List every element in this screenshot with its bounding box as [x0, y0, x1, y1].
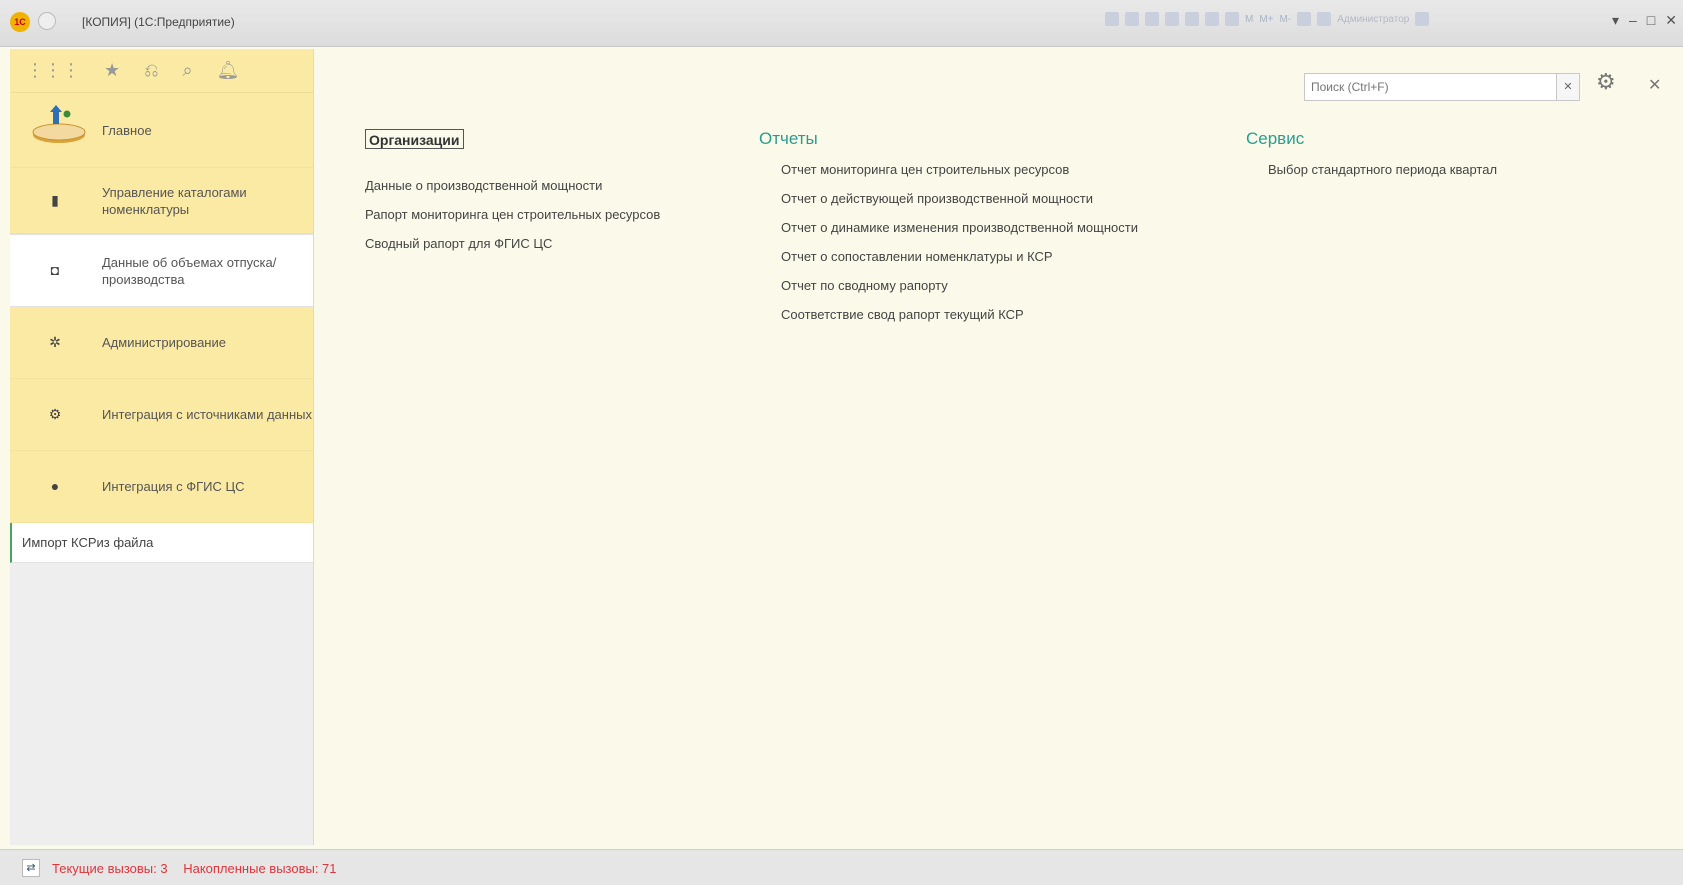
reports-column: Отчеты Отчет мониторинга цен строительны…: [759, 129, 1138, 329]
reports-links: Отчет мониторинга цен строительных ресур…: [759, 155, 1138, 329]
sidebar-item-label: Интеграция с источниками данных: [102, 407, 312, 422]
status-bar: ⇄ Текущие вызовы: 3 Накопленные вызовы: …: [0, 849, 1683, 885]
link-report-summary[interactable]: Отчет по сводному рапорту: [781, 271, 1138, 300]
calendar-icon[interactable]: [1205, 12, 1219, 26]
link-report-current-capacity[interactable]: Отчет о действующей производственной мощ…: [781, 184, 1138, 213]
link-report-price-monitoring[interactable]: Отчет мониторинга цен строительных ресур…: [781, 155, 1138, 184]
link-price-monitoring-report[interactable]: Рапорт мониторинга цен строительных ресу…: [365, 200, 660, 229]
server-calls-icon[interactable]: ⇄: [22, 859, 40, 877]
close-panel-icon[interactable]: ✕: [1648, 75, 1661, 95]
service-column: Сервис Выбор стандартного периода кварта…: [1246, 129, 1497, 184]
maximize-icon[interactable]: □: [1647, 12, 1655, 29]
settings-gear-icon[interactable]: ⚙: [1596, 69, 1616, 95]
search-field[interactable]: [1304, 73, 1560, 101]
link-standard-period-quarter[interactable]: Выбор стандартного периода квартал: [1268, 155, 1497, 184]
sidebar-item-catalogs[interactable]: ▮ Управление каталогами номенклатуры: [10, 168, 313, 234]
app-logo-icon[interactable]: 1С: [10, 12, 30, 32]
memory-m-button[interactable]: M: [1245, 14, 1253, 25]
window-controls: ▾ – □ ✕: [1612, 12, 1677, 29]
main-content: ✕ ⚙ ✕ Организации Данные о производствен…: [316, 49, 1683, 845]
memory-mplus-button[interactable]: M+: [1259, 14, 1273, 25]
server-calls-text: Текущие вызовы: 3 Накопленные вызовы: 71: [52, 861, 349, 876]
link-report-summary-ksr-match[interactable]: Соответствие свод рапорт текущий КСР: [781, 300, 1138, 329]
search-input[interactable]: [1305, 74, 1559, 100]
history-icon[interactable]: ⎌: [144, 60, 158, 81]
catalog-icon: ▮: [51, 192, 59, 208]
production-icon: ◘: [50, 262, 60, 278]
service-links: Выбор стандартного периода квартал: [1246, 155, 1497, 184]
gear-icon: ✲: [49, 334, 61, 350]
sidebar-item-main[interactable]: Главное: [10, 93, 313, 168]
print-icon[interactable]: [1125, 12, 1139, 26]
organizations-column: Организации Данные о производственной мо…: [365, 129, 660, 258]
sidebar-item-label: Данные об объемах отпуска/производства: [102, 254, 277, 287]
calculator-icon[interactable]: [1225, 12, 1239, 26]
link-icon[interactable]: [1165, 12, 1179, 26]
save-icon[interactable]: [1105, 12, 1119, 26]
all-functions-grid-icon[interactable]: ⋮⋮⋮: [26, 60, 80, 81]
organizations-title[interactable]: Организации: [365, 129, 464, 149]
sidebar-item-production-data[interactable]: ◘ Данные об объемах отпуска/производства: [10, 234, 313, 307]
notifications-bell-icon[interactable]: 🔔︎: [217, 60, 240, 81]
sidebar-item-label: Главное: [102, 122, 152, 138]
fgis-icon: ●: [50, 478, 60, 494]
search-clear-button[interactable]: ✕: [1556, 73, 1580, 101]
current-user[interactable]: Администратор: [1337, 14, 1409, 25]
minimize-icon[interactable]: –: [1629, 12, 1637, 29]
title-toolbar: M M+ M- Администратор: [1105, 12, 1430, 26]
preview-icon[interactable]: [1145, 12, 1159, 26]
window-layout-icon[interactable]: [1317, 12, 1332, 26]
sidebar-toolbar: ⋮⋮⋮ ★ ⎌ ⌕ 🔔︎: [10, 49, 313, 93]
home-illustration-icon: [32, 105, 86, 143]
search-icon[interactable]: ⌕: [183, 60, 193, 81]
memory-mminus-button[interactable]: M-: [1280, 14, 1292, 25]
sub-item-label: Импорт КСРиз файла: [22, 535, 154, 550]
accumulated-calls: Накопленные вызовы: 71: [183, 861, 337, 876]
window-title: [КОПИЯ] (1С:Предприятие): [82, 15, 235, 29]
zoom-icon[interactable]: [1297, 12, 1312, 26]
link-summary-report-fgis[interactable]: Сводный рапорт для ФГИС ЦС: [365, 229, 660, 258]
organizations-links: Данные о производственной мощности Рапор…: [365, 171, 660, 258]
reports-title: Отчеты: [759, 129, 818, 148]
sidebar-item-integration-sources[interactable]: ⚙ Интеграция с источниками данных: [10, 379, 313, 451]
info-icon[interactable]: [1415, 12, 1430, 26]
sidebar-item-fgis[interactable]: ● Интеграция с ФГИС ЦС: [10, 451, 313, 523]
link-report-nomenclature-ksr[interactable]: Отчет о сопоставлении номенклатуры и КСР: [781, 242, 1138, 271]
favorites-star-icon[interactable]: ★: [104, 60, 120, 81]
link-report-capacity-dynamics[interactable]: Отчет о динамике изменения производствен…: [781, 213, 1138, 242]
sidebar-item-label: Интеграция с ФГИС ЦС: [102, 479, 245, 494]
integration-icon: ⚙: [48, 406, 62, 422]
window-close-icon[interactable]: ✕: [1665, 12, 1677, 29]
back-nav-icon[interactable]: [38, 12, 56, 30]
sidebar-item-administration[interactable]: ✲ Администрирование: [10, 307, 313, 379]
sidebar-sub-item-import-ksr[interactable]: Импорт КСРиз файла: [10, 523, 313, 563]
sidebar-item-label: Администрирование: [102, 335, 226, 350]
sidebar: ⋮⋮⋮ ★ ⎌ ⌕ 🔔︎ Главное ▮ Управление катало…: [10, 49, 314, 845]
sidebar-item-label: Управление каталогами номенклатуры: [102, 184, 247, 217]
copy-icon[interactable]: [1185, 12, 1199, 26]
service-title: Сервис: [1246, 129, 1305, 148]
window-title-bar: 1С [КОПИЯ] (1С:Предприятие) M M+ M- Адми…: [0, 0, 1683, 47]
current-calls: Текущие вызовы: 3: [52, 861, 168, 876]
menu-dropdown-icon[interactable]: ▾: [1612, 12, 1619, 29]
link-production-capacity-data[interactable]: Данные о производственной мощности: [365, 171, 660, 200]
